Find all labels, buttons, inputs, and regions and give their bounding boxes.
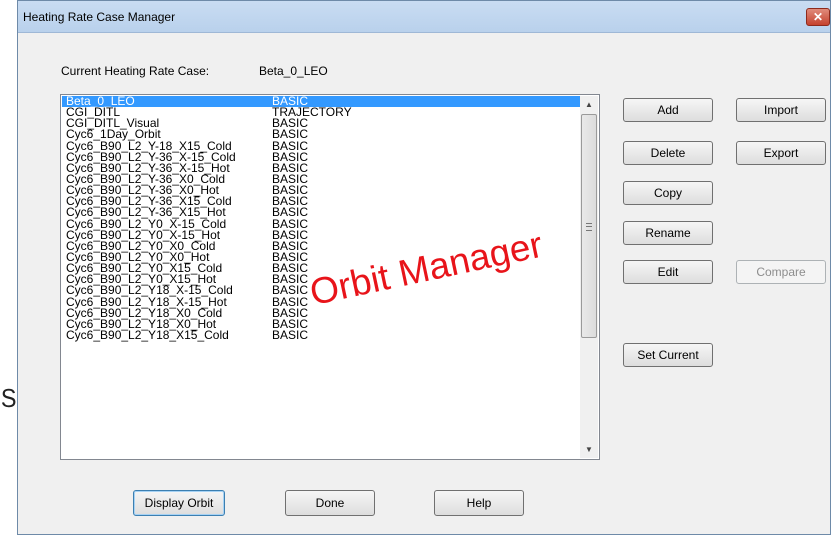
- add-button[interactable]: Add: [623, 98, 713, 122]
- delete-button[interactable]: Delete: [623, 141, 713, 165]
- vertical-scrollbar[interactable]: ▲ ▼: [580, 96, 598, 458]
- side-text-fragment: S: [0, 383, 17, 413]
- set-current-button[interactable]: Set Current: [623, 343, 713, 367]
- display-orbit-button[interactable]: Display Orbit: [133, 490, 225, 516]
- scroll-up-icon[interactable]: ▲: [580, 96, 598, 113]
- scroll-thumb[interactable]: [581, 114, 597, 338]
- grip-icon: [586, 223, 592, 231]
- help-button[interactable]: Help: [434, 490, 524, 516]
- rename-button[interactable]: Rename: [623, 221, 713, 245]
- window-title: Heating Rate Case Manager: [23, 10, 176, 24]
- import-button[interactable]: Import: [736, 98, 826, 122]
- copy-button[interactable]: Copy: [623, 181, 713, 205]
- case-type: BASIC: [272, 327, 309, 342]
- case-list-item[interactable]: Cyc6_B90_L2_Y18_X15_Cold BASIC: [62, 327, 581, 342]
- close-icon[interactable]: ✕: [806, 8, 830, 26]
- case-name: Cyc6_B90_L2_Y18_X15_Cold: [66, 327, 229, 342]
- edit-button[interactable]: Edit: [623, 260, 713, 284]
- done-button[interactable]: Done: [285, 490, 375, 516]
- compare-button[interactable]: Compare: [736, 260, 826, 284]
- current-case-value: Beta_0_LEO: [259, 64, 328, 78]
- scroll-down-icon[interactable]: ▼: [580, 441, 598, 458]
- export-button[interactable]: Export: [736, 141, 826, 165]
- title-bar[interactable]: Heating Rate Case Manager ✕: [18, 1, 830, 33]
- current-case-label: Current Heating Rate Case:: [61, 64, 210, 78]
